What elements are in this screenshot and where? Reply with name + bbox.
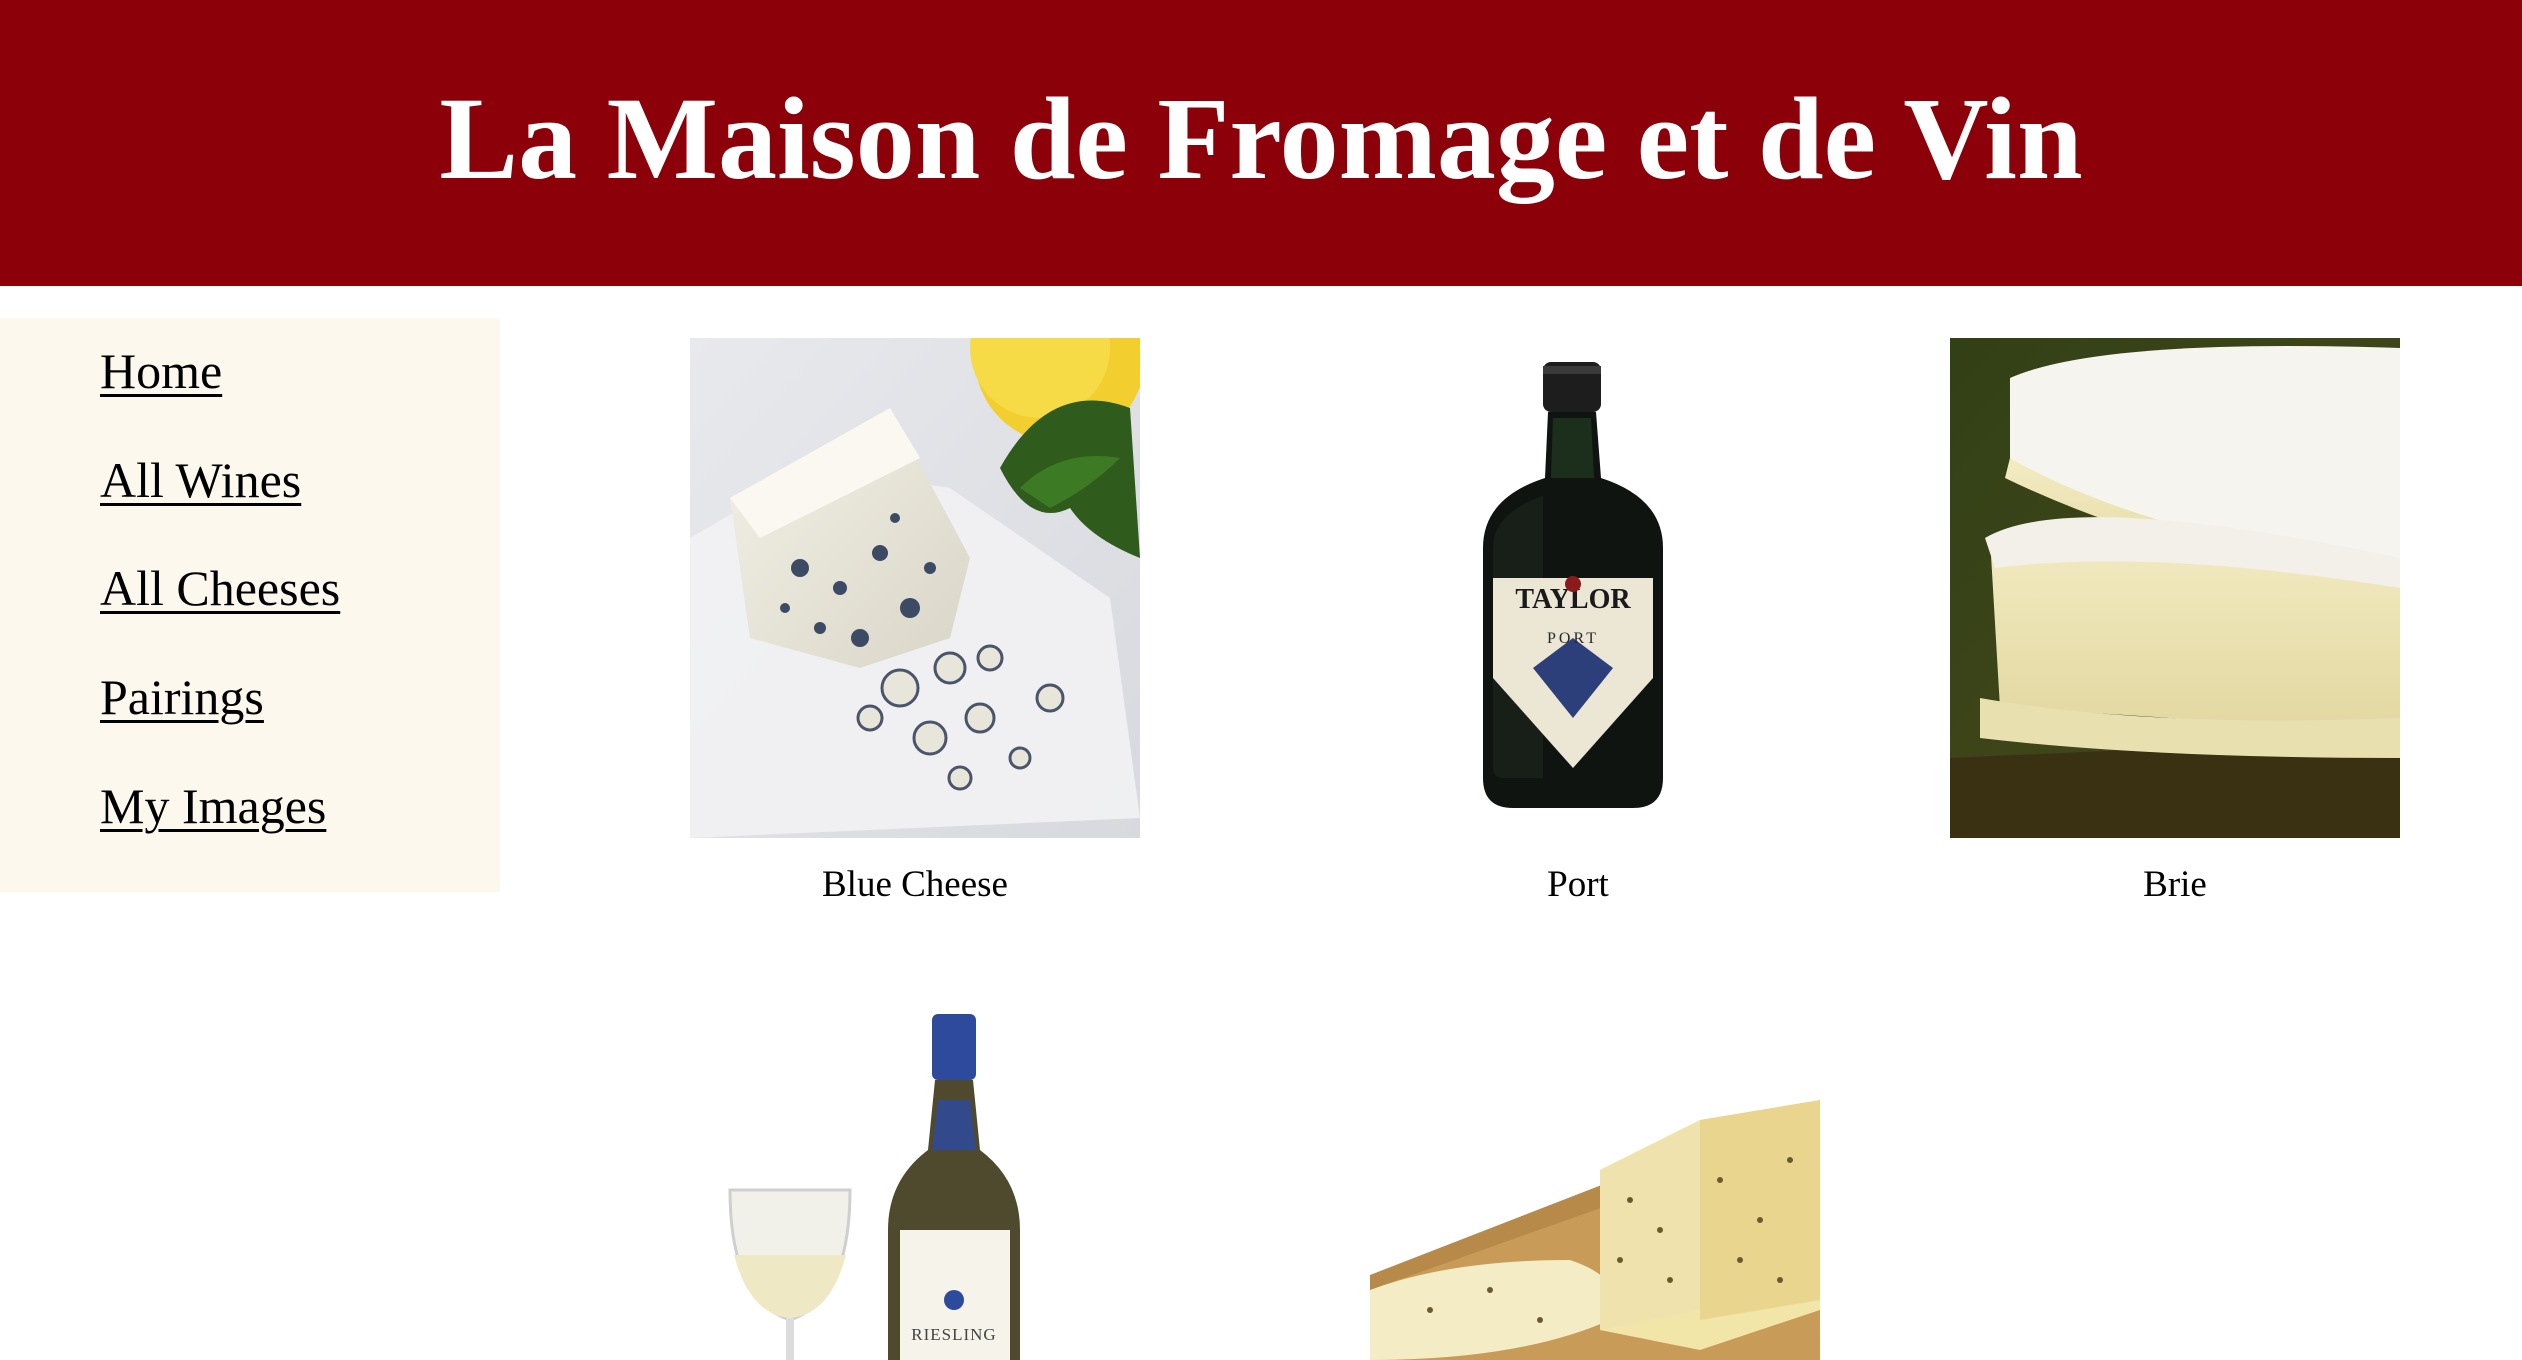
gallery-card-port: TAYLOR PORT Port [1353,338,1803,903]
sidebar-nav: Home All Wines All Cheeses Pairings My I… [0,318,500,892]
site-title: La Maison de Fromage et de Vin [439,73,2083,204]
gallery-caption-port: Port [1547,864,1609,905]
nav-link-pairings[interactable]: Pairings [100,669,264,725]
gallery-caption-brie: Brie [2143,864,2207,905]
gallery-card-cheese-block [1370,1000,1820,1360]
site-header: La Maison de Fromage et de Vin [0,0,2522,286]
nav-item-home: Home [100,346,222,396]
cheese-block-image[interactable] [1370,1000,1820,1360]
riesling-label-text: RIESLING [911,1325,996,1344]
brie-image[interactable] [1950,338,2400,838]
gallery-card-blue-cheese: Blue Cheese [690,338,1140,903]
port-image[interactable]: TAYLOR PORT [1353,338,1803,838]
riesling-image[interactable]: RIESLING [690,1000,1140,1360]
nav-link-all-cheeses[interactable]: All Cheeses [100,560,340,616]
gallery-card-brie: Brie [1950,338,2400,903]
nav-item-pairings: Pairings [100,672,264,722]
nav-item-all-wines: All Wines [100,455,301,505]
nav-link-my-images[interactable]: My Images [100,778,326,834]
gallery-caption-blue-cheese: Blue Cheese [822,864,1008,905]
blue-cheese-image[interactable] [690,338,1140,838]
nav-item-my-images: My Images [100,781,326,831]
nav-item-all-cheeses: All Cheeses [100,563,340,613]
page: La Maison de Fromage et de Vin Home All … [0,0,2522,1360]
gallery-card-riesling: RIESLING [690,1000,1140,1360]
port-label-type: PORT [1547,630,1599,647]
nav-link-home[interactable]: Home [100,343,222,399]
nav-link-all-wines[interactable]: All Wines [100,452,301,508]
